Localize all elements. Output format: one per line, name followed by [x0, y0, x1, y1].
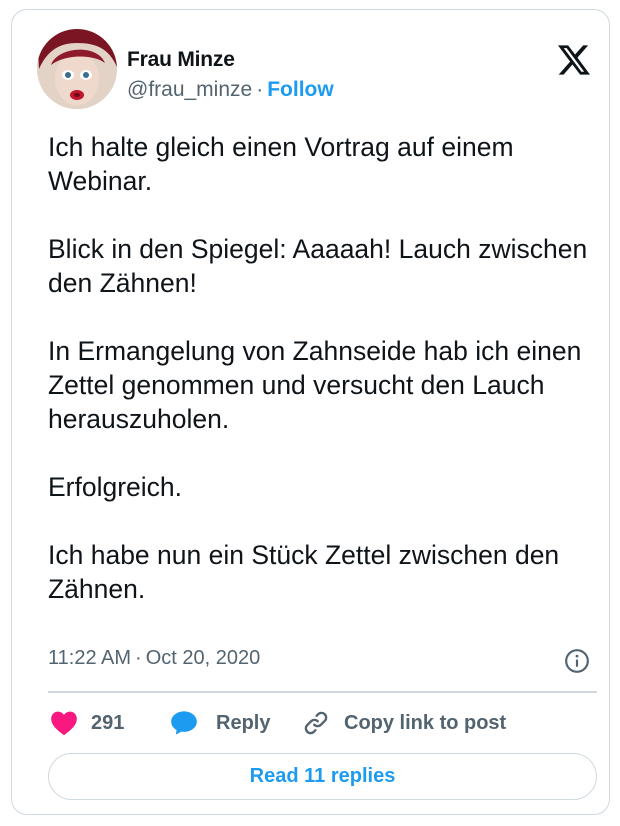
- heart-icon: [51, 711, 77, 736]
- link-icon: [304, 711, 328, 735]
- info-icon[interactable]: [564, 648, 590, 674]
- follow-button[interactable]: Follow: [267, 78, 334, 101]
- separator-dot: ·: [256, 78, 264, 101]
- action-bar: 291 Reply Copy link to post: [12, 703, 611, 743]
- embedded-post-card: Frau Minze @frau_minze · Follow Ich halte …: [11, 9, 610, 815]
- avatar[interactable]: [37, 29, 117, 109]
- avatar-image: [37, 29, 117, 109]
- speech-bubble-icon: [171, 711, 197, 735]
- copy-link-button[interactable]: Copy link to post: [302, 703, 506, 743]
- author-handle-row: @frau_minze · Follow: [127, 78, 334, 102]
- timestamp-separator: ·: [135, 647, 142, 669]
- reply-label: Reply: [216, 711, 271, 734]
- reply-button[interactable]: Reply: [170, 703, 270, 743]
- divider: [48, 691, 597, 693]
- author-handle[interactable]: @frau_minze: [127, 78, 252, 101]
- x-logo-icon[interactable]: [558, 45, 590, 75]
- post-date: Oct 20, 2020: [145, 647, 261, 669]
- author-name[interactable]: Frau Minze: [127, 48, 235, 72]
- read-replies-button[interactable]: Read 11 replies: [48, 753, 597, 800]
- like-button[interactable]: 291: [50, 703, 124, 743]
- post-timestamp[interactable]: 11:22 AM · Oct 20, 2020: [48, 647, 260, 670]
- copy-link-label: Copy link to post: [344, 711, 507, 734]
- post-text: Ich halte gleich einen Vortrag auf einem…: [48, 132, 588, 604]
- post-time: 11:22 AM: [48, 647, 132, 669]
- like-count: 291: [91, 711, 125, 734]
